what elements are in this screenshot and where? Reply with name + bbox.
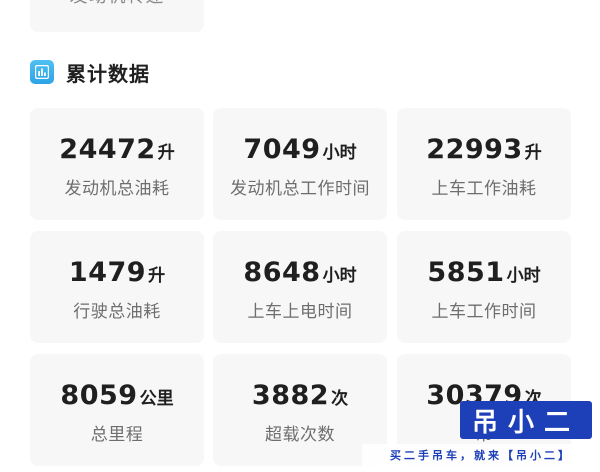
watermark-badge-text: 吊小二 [471, 407, 580, 438]
stat-card: 3882 次 超载次数 [213, 354, 387, 466]
stat-unit: 小时 [322, 143, 357, 163]
stat-value: 8648 [243, 257, 321, 288]
stat-label: 发动机总油耗 [64, 179, 170, 199]
stat-value: 5851 [427, 257, 505, 288]
stat-unit: 升 [157, 143, 175, 163]
partial-stat-card: 发动机转速 [30, 0, 204, 32]
stat-card: 5851 小时 上车工作时间 [397, 231, 571, 343]
stat-label: 行驶总油耗 [73, 302, 161, 322]
stat-unit: 小时 [506, 266, 541, 286]
section-header: 累计数据 [30, 58, 150, 86]
stat-unit: 小时 [322, 266, 357, 286]
stat-card: 1479 升 行驶总油耗 [30, 231, 204, 343]
stat-label: 超载次数 [265, 425, 335, 445]
watermark-caption: 买二手吊车，就来【吊小二】 [362, 444, 600, 466]
stat-unit: 升 [524, 143, 542, 163]
stat-card: 8059 公里 总里程 [30, 354, 204, 466]
stat-label: 发动机总工作时间 [230, 179, 370, 199]
stat-unit: 次 [331, 389, 349, 409]
stat-card: 24472 升 发动机总油耗 [30, 108, 204, 220]
stat-label: 上车工作油耗 [431, 179, 537, 199]
stat-card: 8648 小时 上车上电时间 [213, 231, 387, 343]
stat-value: 8059 [60, 380, 138, 411]
stat-card: 7049 小时 发动机总工作时间 [213, 108, 387, 220]
partial-stat-label: 发动机转速 [30, 0, 204, 8]
stat-value: 1479 [68, 257, 147, 288]
stat-unit: 升 [148, 266, 166, 286]
stat-value: 22993 [426, 134, 523, 165]
stat-value: 24472 [59, 134, 156, 165]
stat-label: 总里程 [90, 425, 144, 445]
bar-chart-icon [30, 60, 54, 84]
stat-value: 7049 [243, 134, 321, 165]
watermark-caption-text: 买二手吊车，就来【吊小二】 [390, 449, 572, 462]
stat-value: 3882 [251, 380, 330, 411]
stat-label: 上车上电时间 [247, 302, 353, 322]
stat-label: 上车工作时间 [431, 302, 537, 322]
stat-card: 22993 升 上车工作油耗 [397, 108, 571, 220]
stat-unit: 公里 [139, 389, 174, 409]
section-title: 累计数据 [66, 61, 150, 86]
watermark-badge: 吊小二 [460, 401, 592, 439]
